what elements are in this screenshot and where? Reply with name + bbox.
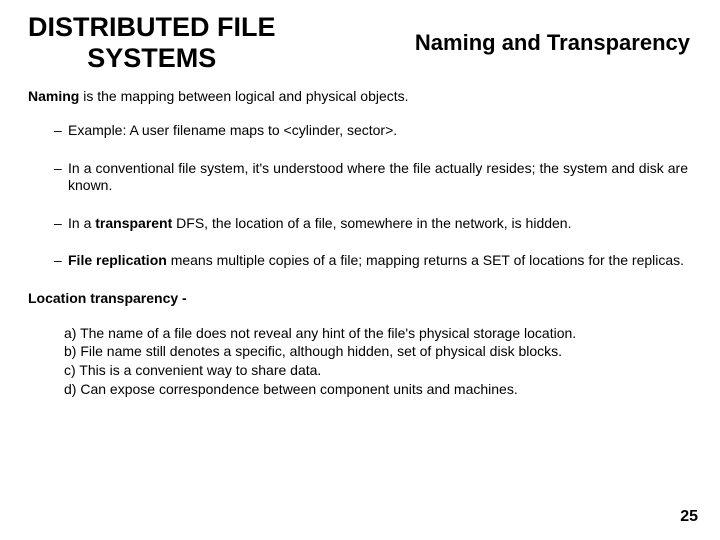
bullet-text-bold: File replication (68, 252, 167, 268)
bullet-list: Example: A user filename maps to <cylind… (28, 122, 688, 270)
alpha-item: b) File name still denotes a specific, a… (64, 342, 692, 361)
alpha-item: c) This is a convenient way to share dat… (64, 361, 692, 380)
title-right: Naming and Transparency (415, 30, 692, 56)
bullet-item: Example: A user filename maps to <cylind… (54, 122, 688, 140)
slide-header: DISTRIBUTED FILE SYSTEMS Naming and Tran… (28, 12, 692, 74)
bullet-item: File replication means multiple copies o… (54, 252, 688, 270)
bullet-item: In a transparent DFS, the location of a … (54, 215, 688, 233)
bullet-text: In a conventional file system, it's unde… (68, 160, 688, 194)
section-head: Location transparency - (28, 290, 692, 306)
bullet-text: Example: A user filename maps to <cylind… (68, 122, 397, 138)
bullet-text-bold: transparent (95, 215, 172, 231)
bullet-text-pre: In a (68, 215, 95, 231)
bullet-item: In a conventional file system, it's unde… (54, 160, 688, 195)
bullet-text-post: means multiple copies of a file; mapping… (167, 252, 684, 268)
intro-rest: is the mapping between logical and physi… (79, 88, 408, 104)
intro-label: Naming (28, 88, 79, 104)
slide: DISTRIBUTED FILE SYSTEMS Naming and Tran… (0, 0, 720, 540)
page-number: 25 (680, 508, 698, 526)
bullet-text-post: DFS, the location of a file, somewhere i… (172, 215, 571, 231)
intro-line: Naming is the mapping between logical an… (28, 88, 692, 104)
alpha-item: a) The name of a file does not reveal an… (64, 324, 692, 343)
alpha-list: a) The name of a file does not reveal an… (28, 324, 692, 400)
alpha-item: d) Can expose correspondence between com… (64, 380, 692, 399)
title-left: DISTRIBUTED FILE SYSTEMS (28, 12, 276, 74)
